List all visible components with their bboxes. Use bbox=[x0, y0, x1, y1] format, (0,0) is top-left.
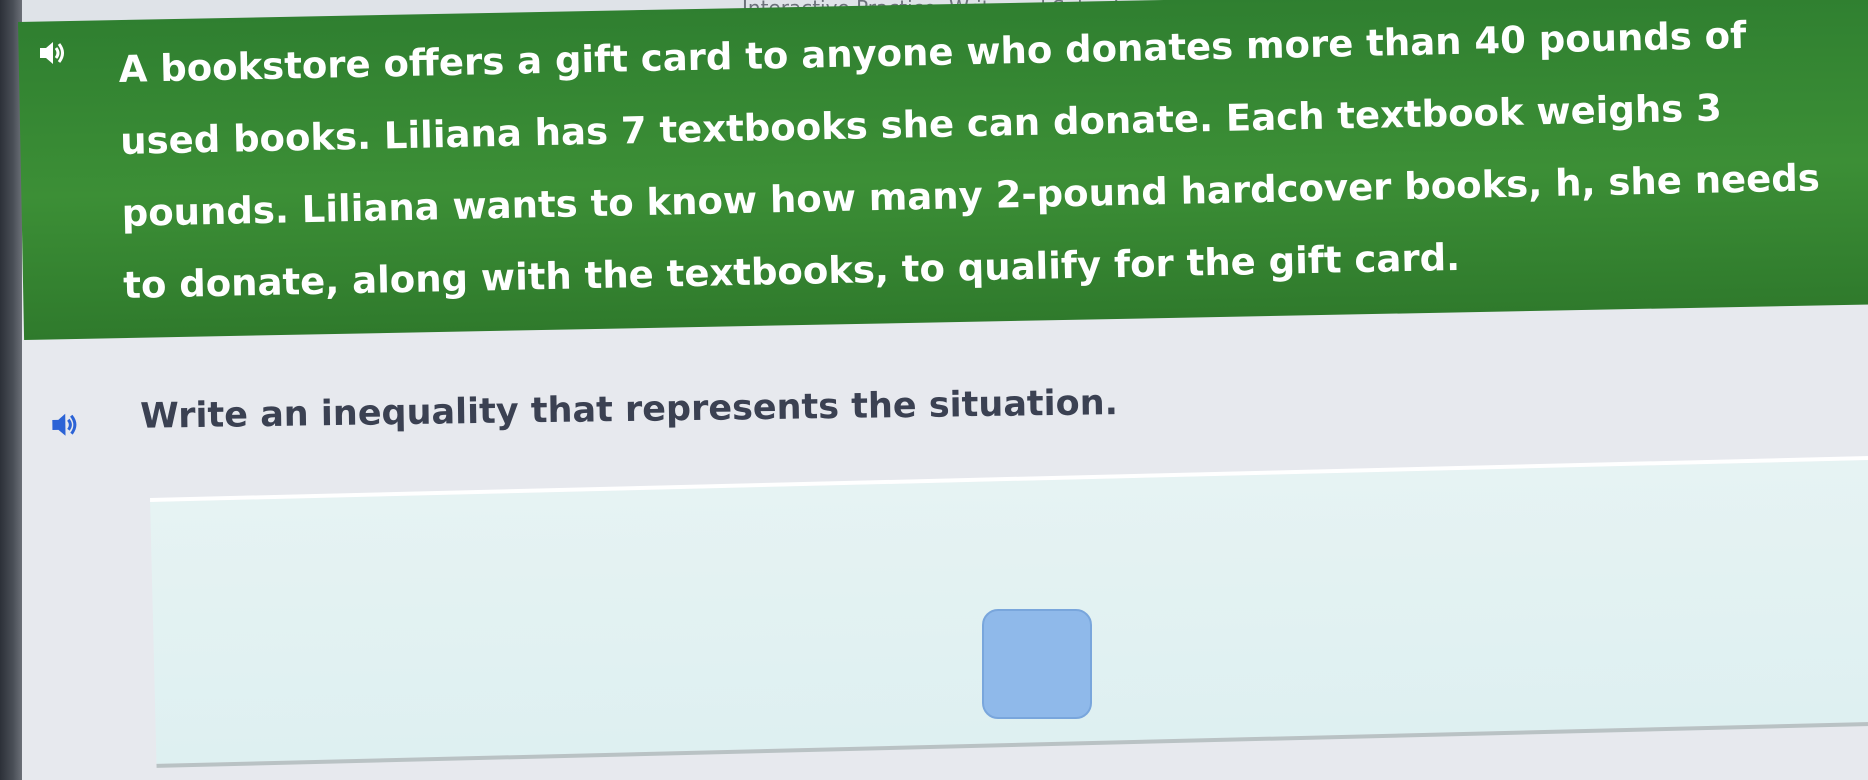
subquestion-text: Write an inequality that represents the … bbox=[139, 383, 1119, 437]
left-edge-bar bbox=[0, 0, 22, 780]
speaker-icon[interactable] bbox=[38, 40, 66, 66]
question-text: A bookstore offers a gift card to anyone… bbox=[118, 13, 1821, 307]
speaker-icon[interactable] bbox=[50, 412, 78, 438]
answer-input[interactable] bbox=[982, 609, 1092, 719]
